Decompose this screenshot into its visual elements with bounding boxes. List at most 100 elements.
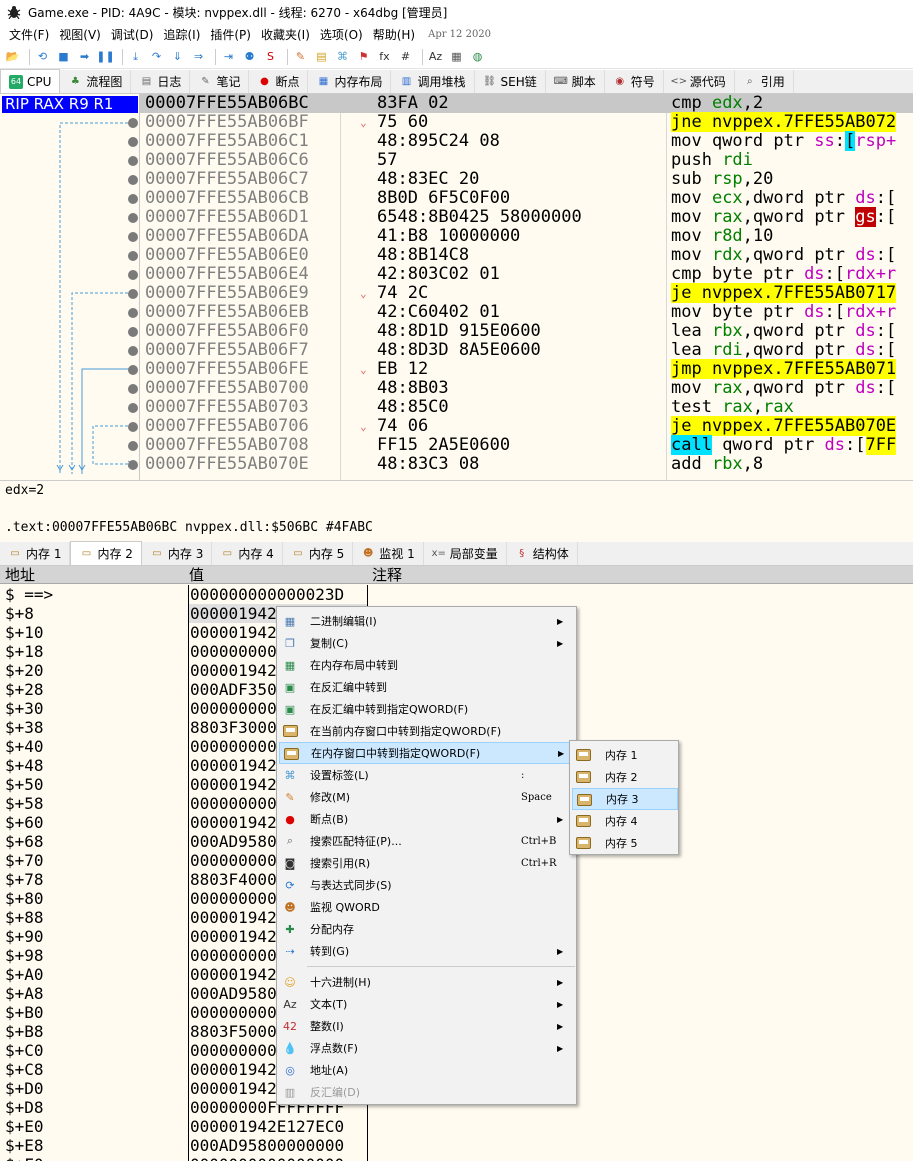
strings-icon[interactable]: Az: [427, 48, 444, 65]
tab-memory-1[interactable]: ▭ 内存 2: [70, 541, 142, 565]
label-icon[interactable]: ⌘: [334, 48, 351, 65]
ctx-item-label[interactable]: ⌘ 设置标签(L):: [279, 764, 576, 786]
restart-icon[interactable]: ⟲: [34, 48, 51, 65]
trace-into-icon[interactable]: ⇓: [169, 48, 186, 65]
ctx-item-sync[interactable]: ⟳ 与表达式同步(S): [279, 874, 576, 896]
disasm-row[interactable]: 00007FFE55AB06E9 ⌄ 74 2C je nvppex.7FFE55AB…: [140, 283, 913, 303]
hash-icon[interactable]: #: [397, 48, 414, 65]
tab-source-10[interactable]: <> 源代码: [663, 70, 735, 93]
tab-struct-7[interactable]: § 结构体: [506, 542, 578, 565]
menu-item-7[interactable]: 帮助(H): [368, 26, 420, 43]
breakpoint-dot[interactable]: [128, 251, 138, 261]
disasm-row[interactable]: 00007FFE55AB06DA 41:B8 10000000 mov r8d,10: [140, 227, 913, 246]
trace-over-icon[interactable]: ⇒: [190, 48, 207, 65]
scylla-icon[interactable]: S: [262, 48, 279, 65]
disasm-row[interactable]: 00007FFE55AB06F0 48:8D1D 915E0600 lea rbx,…: [140, 322, 913, 341]
step-over-icon[interactable]: ↷: [148, 48, 165, 65]
disasm-row[interactable]: 00007FFE55AB06C7 48:83EC 20 sub rsp,20: [140, 170, 913, 189]
dump-header-address[interactable]: 地址: [5, 566, 35, 584]
tab-cpu-0[interactable]: 64 CPU: [0, 69, 61, 93]
menu-item-4[interactable]: 插件(P): [205, 26, 256, 43]
breakpoint-dot[interactable]: [128, 137, 138, 147]
step-into-icon[interactable]: ⤓: [127, 48, 144, 65]
ctx-item-binary-edit[interactable]: ▦ 二进制编辑(I) ▶: [279, 610, 576, 632]
breakpoint-dot[interactable]: [128, 346, 138, 356]
dump-row[interactable]: $ ==> 000000000000023D: [0, 585, 913, 604]
breakpoint-dot[interactable]: [128, 422, 138, 432]
pause-icon[interactable]: ❚❚: [96, 48, 114, 65]
tab-callstack-6[interactable]: ▥ 调用堆栈: [391, 70, 475, 93]
ctx-item-address[interactable]: ◎ 地址(A): [279, 1059, 576, 1081]
breakpoint-dot[interactable]: [128, 194, 138, 204]
menu-item-6[interactable]: 选项(O): [315, 26, 368, 43]
tab-memory-0[interactable]: ▭ 内存 1: [0, 542, 71, 565]
bookmark-icon[interactable]: ⚑: [355, 48, 372, 65]
globe-icon[interactable]: ◍: [469, 48, 486, 65]
ctx-item-pencil[interactable]: ✎ 修改(M) Space: [279, 786, 576, 808]
tab-symbol-9[interactable]: ◉ 符号: [604, 70, 664, 93]
dump-row[interactable]: $+E8 000AD95800000000: [0, 1136, 913, 1155]
breakpoint-dot[interactable]: [128, 308, 138, 318]
disasm-row[interactable]: 00007FFE55AB06E0 48:8B14C8 mov rdx,qword p…: [140, 246, 913, 265]
disasm-row[interactable]: 00007FFE55AB06D1 6548:8B0425 58000000 mov …: [140, 207, 913, 227]
menu-item-3[interactable]: 追踪(I): [158, 26, 205, 43]
disasm-row[interactable]: 00007FFE55AB06F7 48:8D3D 8A5E0600 lea rdi,…: [140, 341, 913, 360]
submenu-item-memory-1[interactable]: 内存 1: [572, 744, 678, 766]
breakpoint-dot[interactable]: [128, 327, 138, 337]
submenu-item-memory-3[interactable]: 内存 3: [572, 788, 678, 810]
tab-memory-2[interactable]: ▭ 内存 3: [141, 542, 213, 565]
ctx-item-disassembly[interactable]: ▣ 在反汇编中转到: [279, 676, 576, 698]
tab-breakpoint-4[interactable]: ● 断点: [249, 70, 309, 93]
disasm-row[interactable]: 00007FFE55AB0708 FF15 2A5E0600 call qword …: [140, 435, 913, 455]
ctx-item-disassembly-qword[interactable]: ▣ 在反汇编中转到指定QWORD(F): [279, 698, 576, 720]
breakpoint-dot[interactable]: [128, 232, 138, 242]
submenu-item-memory-5[interactable]: 内存 5: [572, 832, 678, 854]
submenu-item-memory-4[interactable]: 内存 4: [572, 810, 678, 832]
ctx-item-text[interactable]: Az 文本(T) ▶: [279, 993, 576, 1015]
disasm-row[interactable]: 00007FFE55AB06C1 48:895C24 08 mov qword pt…: [140, 131, 913, 151]
menu-item-1[interactable]: 视图(V): [54, 26, 106, 43]
function-icon[interactable]: fx: [376, 48, 393, 65]
cpu-disassembly-view[interactable]: RIP RAX R9 R1 00007FFE55AB06BC 83FA 02 cmp…: [0, 94, 913, 480]
disasm-row[interactable]: 00007FFE55AB06EB 42:C60402 01 mov byte ptr…: [140, 303, 913, 322]
tab-script-8[interactable]: ⌨ 脚本: [545, 70, 605, 93]
tab-notes-3[interactable]: ✎ 笔记: [190, 70, 250, 93]
tab-seh-7[interactable]: ⛓ SEH链: [474, 70, 546, 93]
breakpoint-dot[interactable]: [128, 118, 138, 128]
disasm-row[interactable]: 00007FFE55AB06E4 42:803C02 01 cmp byte ptr…: [140, 265, 913, 284]
menu-item-2[interactable]: 调试(D): [106, 26, 159, 43]
disasm-row[interactable]: 00007FFE55AB06FE ⌄ EB 12 jmp nvppex.7FFE55A…: [140, 359, 913, 379]
ctx-item-hex[interactable]: ☺ 十六进制(H) ▶: [279, 971, 576, 993]
tab-graph-1[interactable]: ♣ 流程图: [60, 70, 132, 93]
ctx-item-integer[interactable]: 42 整数(I) ▶: [279, 1015, 576, 1037]
calculator-icon[interactable]: ▦: [448, 48, 465, 65]
ctx-item-memory[interactable]: 在内存窗口中转到指定QWORD(F) ▶: [279, 742, 576, 764]
run-to-user-code-icon[interactable]: ⚉: [241, 48, 258, 65]
breakpoint-dot[interactable]: [128, 403, 138, 413]
menu-item-5[interactable]: 收藏夹(I): [256, 26, 315, 43]
tab-memory-map-5[interactable]: ▦ 内存布局: [308, 70, 392, 93]
submenu-item-memory-2[interactable]: 内存 2: [572, 766, 678, 788]
patch-icon[interactable]: ✎: [292, 48, 309, 65]
ctx-item-binoculars[interactable]: ◙ 搜索引用(R) Ctrl+R: [279, 852, 576, 874]
disasm-row[interactable]: 00007FFE55AB0703 48:85C0 test rax,rax: [140, 398, 913, 417]
breakpoint-dot[interactable]: [128, 289, 138, 299]
disasm-row[interactable]: 00007FFE55AB0700 48:8B03 mov rax,qword ptr…: [140, 379, 913, 398]
ctx-item-alloc-memory[interactable]: ✚ 分配内存: [279, 918, 576, 940]
breakpoint-dot[interactable]: [128, 365, 138, 375]
dump-row[interactable]: $+F0 0000000000000000: [0, 1155, 913, 1161]
disasm-row[interactable]: 00007FFE55AB070E 48:83C3 08 add rbx,8: [140, 455, 913, 474]
ctx-item-memory[interactable]: 在当前内存窗口中转到指定QWORD(F): [279, 720, 576, 742]
tab-watch-5[interactable]: ☻ 监视 1: [353, 542, 424, 565]
ctx-item-float[interactable]: 💧 浮点数(F) ▶: [279, 1037, 576, 1059]
breakpoint-dot[interactable]: [128, 441, 138, 451]
ctx-item-watch[interactable]: ☻ 监视 QWORD: [279, 896, 576, 918]
disasm-row[interactable]: 00007FFE55AB06BF ⌄ 75 60 jne nvppex.7FFE55A…: [140, 112, 913, 132]
breakpoint-dot[interactable]: [128, 270, 138, 280]
ctx-item-copy[interactable]: ❐ 复制(C) ▶: [279, 632, 576, 654]
execute-till-return-icon[interactable]: ⇥: [220, 48, 237, 65]
run-icon[interactable]: ➡: [76, 48, 93, 65]
breakpoint-dot[interactable]: [128, 460, 138, 470]
tab-log-2[interactable]: ▤ 日志: [131, 70, 191, 93]
breakpoint-dot[interactable]: [128, 213, 138, 223]
